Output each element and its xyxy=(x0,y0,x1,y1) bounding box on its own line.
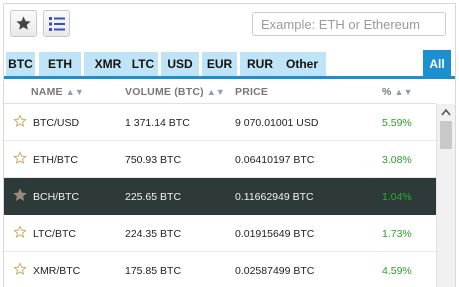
tab-xmr[interactable]: XMR xyxy=(84,52,132,76)
column-header-volume[interactable]: VOLUME (BTC) ▲▼ xyxy=(125,86,225,98)
pair-change: 1.04% xyxy=(382,191,412,203)
pair-volume: 225.65 BTC xyxy=(125,191,182,203)
pair-change: 4.59% xyxy=(382,265,412,277)
table-row[interactable]: XMR/BTC 175.85 BTC 0.02587499 BTC 4.59% xyxy=(4,252,436,287)
pair-name: XMR/BTC xyxy=(33,265,81,277)
pair-price: 0.01915649 BTC xyxy=(235,228,315,240)
currency-tabs: BTC ETH XMR LTC USD EUR RUR Other All xyxy=(4,50,455,79)
pair-name: BTC/USD xyxy=(33,117,80,129)
pair-name: ETH/BTC xyxy=(33,154,78,166)
tab-rur[interactable]: RUR xyxy=(240,52,280,76)
table-row[interactable]: BCH/BTC 225.65 BTC 0.11662949 BTC 1.04% xyxy=(4,178,436,215)
pair-price: 9 070.01001 USD xyxy=(235,117,319,129)
favorites-button[interactable] xyxy=(10,10,37,37)
favorite-star-icon[interactable] xyxy=(13,151,27,165)
pair-change: 3.08% xyxy=(382,154,412,166)
pair-price: 0.02587499 BTC xyxy=(235,265,315,277)
tabs-underline xyxy=(4,76,455,79)
search-input[interactable] xyxy=(252,12,446,36)
column-header-name[interactable]: NAME ▲▼ xyxy=(31,86,84,98)
star-icon xyxy=(16,16,31,30)
column-header-volume-label: VOLUME (BTC) xyxy=(125,86,204,98)
favorite-star-icon[interactable] xyxy=(13,188,27,202)
tab-usd[interactable]: USD xyxy=(161,52,199,76)
pair-volume: 175.85 BTC xyxy=(125,265,182,277)
pair-volume: 1 371.14 BTC xyxy=(125,117,190,129)
table-row[interactable]: BTC/USD 1 371.14 BTC 9 070.01001 USD 5.59% xyxy=(4,104,436,141)
pair-price: 0.06410197 BTC xyxy=(235,154,315,166)
pair-name: LTC/BTC xyxy=(33,228,76,240)
tab-other[interactable]: Other xyxy=(278,52,326,76)
favorite-star-icon[interactable] xyxy=(13,114,27,128)
pair-volume: 224.35 BTC xyxy=(125,228,182,240)
sort-arrows-icon: ▲▼ xyxy=(394,87,413,97)
favorite-star-icon[interactable] xyxy=(13,225,27,239)
table-header: NAME ▲▼ VOLUME (BTC) ▲▼ PRICE % ▲▼ xyxy=(4,81,455,103)
tab-btc[interactable]: BTC xyxy=(6,52,35,76)
pair-price: 0.11662949 BTC xyxy=(235,191,314,203)
pair-table-body: BTC/USD 1 371.14 BTC 9 070.01001 USD 5.59% E… xyxy=(4,104,436,287)
pair-volume: 750.93 BTC xyxy=(125,154,182,166)
pair-change: 1.73% xyxy=(382,228,412,240)
list-view-button[interactable] xyxy=(43,10,70,37)
sort-arrows-icon: ▲▼ xyxy=(65,87,84,97)
scroll-up-arrow-icon[interactable] xyxy=(441,108,451,116)
tab-eur[interactable]: EUR xyxy=(202,52,237,76)
pair-name: BCH/BTC xyxy=(33,191,80,203)
table-row[interactable]: LTC/BTC 224.35 BTC 0.01915649 BTC 1.73% xyxy=(4,215,436,252)
column-header-price-label: PRICE xyxy=(235,86,269,98)
column-header-price[interactable]: PRICE xyxy=(235,86,268,98)
toolbar xyxy=(4,4,455,44)
pair-list-widget: BTCETHXMRLTCUSDEURRUROther All NAME ▲▼ VO… xyxy=(3,3,456,287)
pair-change: 5.59% xyxy=(382,117,412,129)
column-header-name-label: NAME xyxy=(31,86,63,98)
sort-arrows-icon: ▲▼ xyxy=(206,87,226,97)
column-header-change[interactable]: % ▲▼ xyxy=(382,86,413,98)
tab-all[interactable]: All xyxy=(423,50,451,78)
scrollbar-thumb[interactable] xyxy=(440,121,452,149)
tab-ltc[interactable]: LTC xyxy=(128,52,158,76)
list-icon xyxy=(48,16,65,31)
column-header-change-label: % xyxy=(382,86,392,98)
table-row[interactable]: ETH/BTC 750.93 BTC 0.06410197 BTC 3.08% xyxy=(4,141,436,178)
favorite-star-icon[interactable] xyxy=(13,262,27,276)
tab-eth[interactable]: ETH xyxy=(39,52,81,76)
scrollbar[interactable] xyxy=(436,104,455,287)
